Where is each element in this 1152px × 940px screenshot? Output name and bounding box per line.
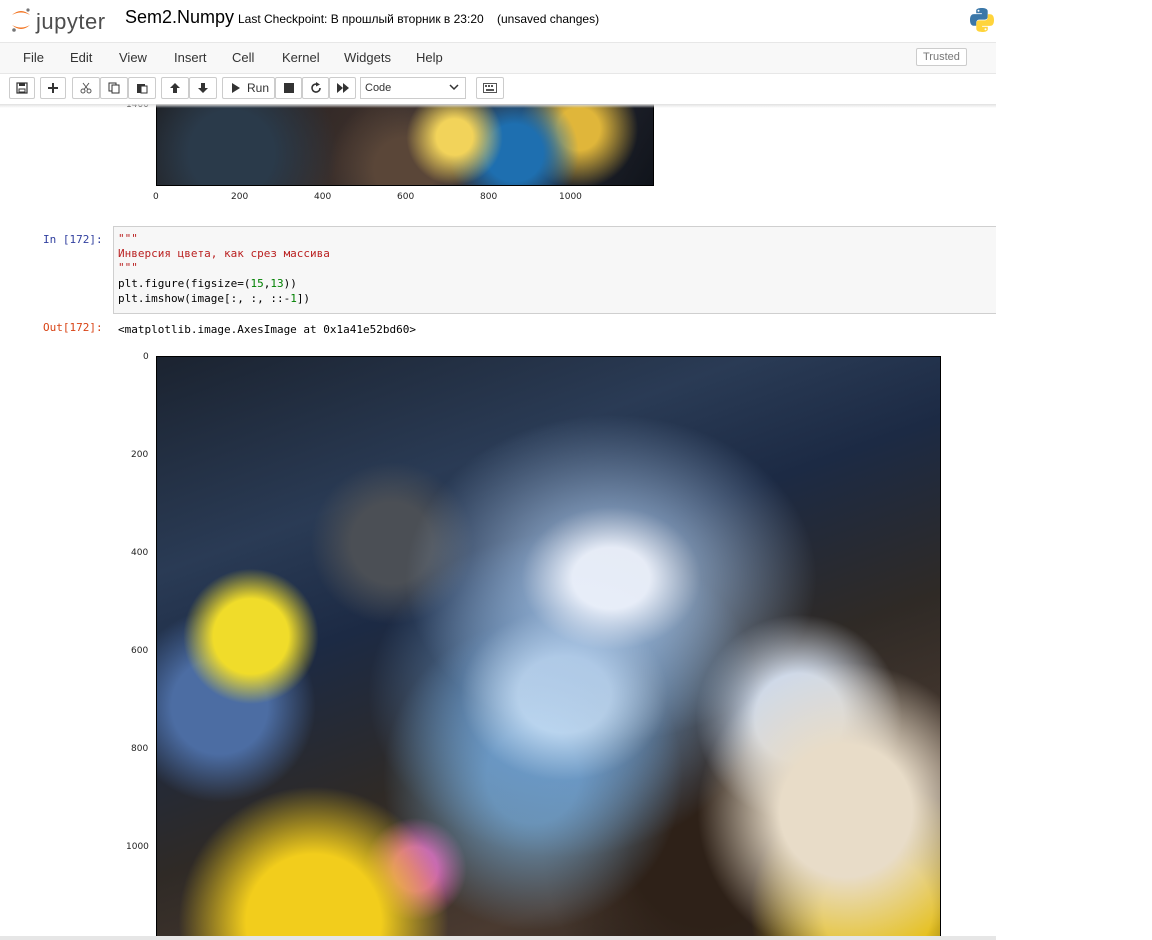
menu-insert[interactable]: Insert — [174, 50, 207, 65]
jupyter-logo-icon — [12, 8, 30, 32]
scissors-icon — [80, 82, 92, 94]
header: jupyter Sem2.Numpy Last Checkpoint: В пр… — [0, 0, 996, 42]
plus-icon — [48, 83, 58, 93]
copy-icon — [108, 82, 120, 94]
restart-button[interactable] — [302, 77, 329, 99]
toolbar-shadow — [0, 104, 996, 108]
stop-icon — [283, 83, 294, 93]
logo-text: jupyter — [36, 9, 106, 34]
menu-file[interactable]: File — [23, 50, 44, 65]
code-line: plt.imshow(image[:, :, ::-1]) — [118, 292, 311, 305]
play-icon — [232, 83, 240, 93]
arrow-down-icon — [198, 83, 208, 93]
previous-output-image — [156, 104, 654, 186]
in-prompt: In [172]: — [43, 233, 103, 246]
code-line: Инверсия цвета, как срез массива — [118, 247, 330, 260]
cell-type-select[interactable]: Code — [360, 77, 466, 99]
y-tick: 600 — [131, 646, 149, 656]
chevron-down-icon — [449, 84, 459, 91]
prev-x-tick: 600 — [397, 192, 415, 202]
code-line: """ — [118, 261, 138, 274]
cut-button[interactable] — [72, 77, 100, 99]
save-icon — [16, 82, 28, 94]
run-all-button[interactable] — [329, 77, 356, 99]
run-button[interactable]: Run — [222, 77, 275, 99]
jupyter-logo[interactable]: jupyter — [10, 6, 114, 34]
move-down-button[interactable] — [189, 77, 217, 99]
interrupt-button[interactable] — [275, 77, 302, 99]
prev-x-tick: 200 — [231, 192, 249, 202]
paste-button[interactable] — [128, 77, 156, 99]
notebook-name[interactable]: Sem2.Numpy — [125, 7, 234, 28]
prev-x-tick: 1000 — [559, 192, 582, 202]
menubar: File Edit View Insert Cell Kernel Widget… — [0, 42, 996, 74]
horizontal-scrollbar[interactable] — [0, 936, 996, 940]
menu-edit[interactable]: Edit — [70, 50, 92, 65]
code-line: """ — [118, 232, 138, 245]
paste-icon — [137, 84, 148, 94]
copy-button[interactable] — [100, 77, 128, 99]
fast-forward-icon — [336, 83, 349, 93]
trusted-indicator[interactable]: Trusted — [916, 48, 967, 66]
run-label: Run — [247, 81, 270, 95]
toolbar: Run Code — [0, 74, 996, 104]
checkpoint-status: Last Checkpoint: В прошлый вторник в 23:… — [238, 12, 484, 26]
restart-icon — [310, 82, 321, 93]
save-status: (unsaved changes) — [497, 12, 600, 26]
prev-x-tick: 0 — [153, 192, 159, 202]
menu-kernel[interactable]: Kernel — [282, 50, 320, 65]
prev-x-tick: 800 — [480, 192, 498, 202]
move-up-button[interactable] — [161, 77, 189, 99]
out-prompt: Out[172]: — [43, 321, 103, 334]
output-text: <matplotlib.image.AxesImage at 0x1a41e52… — [118, 323, 417, 336]
cell-type-value: Code — [365, 82, 392, 94]
menu-help[interactable]: Help — [416, 50, 443, 65]
code-line: plt.figure(figsize=(15,13)) — [118, 277, 297, 290]
y-tick: 200 — [131, 450, 149, 460]
menu-widgets[interactable]: Widgets — [344, 50, 391, 65]
save-button[interactable] — [9, 77, 35, 99]
command-palette-button[interactable] — [476, 77, 504, 99]
menu-cell[interactable]: Cell — [232, 50, 254, 65]
y-tick: 0 — [143, 352, 149, 362]
y-tick: 1000 — [126, 842, 149, 852]
y-tick: 400 — [131, 548, 149, 558]
keyboard-icon — [483, 83, 497, 93]
code-cell-editor[interactable]: """ Инверсия цвета, как срез массива """… — [113, 226, 996, 314]
python-logo-icon — [970, 8, 994, 32]
inverted-color-image — [156, 356, 941, 940]
notebook-area[interactable]: 1400 0 200 400 600 800 1000 In [172]: ""… — [0, 104, 996, 940]
menu-view[interactable]: View — [119, 50, 147, 65]
arrow-up-icon — [170, 83, 180, 93]
insert-cell-button[interactable] — [40, 77, 66, 99]
prev-x-tick: 400 — [314, 192, 332, 202]
y-tick: 800 — [131, 744, 149, 754]
